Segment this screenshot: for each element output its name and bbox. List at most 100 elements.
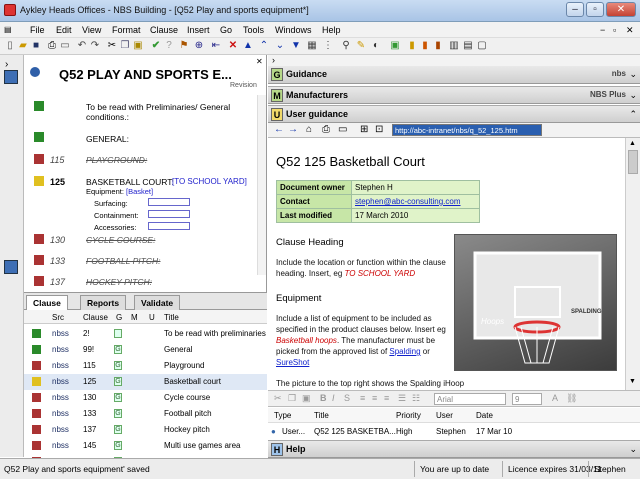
spalding-link[interactable]: Spalding [389, 347, 420, 356]
tab-validate[interactable]: Validate [134, 295, 181, 310]
document-scrollbar[interactable]: ▲ ▼ [625, 138, 640, 390]
chevron-down-icon[interactable]: ⌄ [629, 90, 637, 101]
subitem-value[interactable]: [Basket] [126, 187, 153, 196]
demote-icon[interactable]: ▼ [290, 40, 302, 52]
new-icon[interactable]: ▯ [4, 40, 16, 52]
subitem-field[interactable] [148, 198, 190, 206]
clause-location[interactable]: [TO SCHOOL YARD] [172, 177, 247, 186]
list-item[interactable]: nbss 133 G Football pitch [24, 406, 267, 422]
list-item[interactable]: nbss 2! To be read with preliminaries [24, 326, 267, 342]
clause-row[interactable]: 115 PLAYGROUND: [24, 153, 267, 167]
clause-row[interactable]: GENERAL: [24, 131, 267, 145]
task-row[interactable]: ● User... Q52 125 BASKETBA... High Steph… [268, 424, 640, 440]
menu-help[interactable]: Help [322, 25, 341, 35]
home-icon[interactable]: ⌂ [306, 124, 312, 135]
col-m[interactable]: M [131, 313, 138, 322]
expand-icon[interactable]: › [5, 59, 8, 70]
mdi-restore-icon[interactable]: ▫ [613, 25, 616, 35]
list-item[interactable]: nbss 125 G Basketball court [24, 374, 267, 390]
url-field[interactable]: http://abc-intranet/nbs/q_52_125.htm [392, 124, 542, 136]
align-center-icon[interactable]: ≡ [372, 393, 377, 403]
grid-icon[interactable]: ▦ [306, 40, 318, 52]
section-marker-icon[interactable] [4, 70, 18, 84]
search-icon[interactable]: ⚲ [340, 40, 352, 52]
bullets-icon[interactable]: ☰ [398, 393, 406, 404]
chevron-down-icon[interactable]: ⌄ [629, 444, 637, 455]
subitem-field[interactable] [148, 222, 190, 230]
indent-icon[interactable]: ⋮ [322, 40, 334, 52]
tab-reports[interactable]: Reports [80, 295, 127, 310]
mdi-minimize-icon[interactable]: − [600, 25, 605, 35]
minimize-button[interactable]: ‒ [566, 2, 584, 17]
clause-row[interactable]: 130 CYCLE COURSE: [24, 233, 267, 247]
cut-icon[interactable]: ✂ [106, 40, 118, 52]
clause-row[interactable]: To be read with Preliminaries/ General c… [24, 100, 267, 122]
italic-icon[interactable]: I [332, 393, 335, 403]
panel-icon[interactable]: ▤ [462, 40, 474, 52]
clause-row[interactable]: 133 FOOTBALL PITCH: [24, 254, 267, 268]
mdi-close-icon[interactable]: ✕ [626, 25, 634, 36]
numbering-icon[interactable]: ☷ [412, 393, 420, 404]
pin-icon[interactable]: ⊕ [193, 40, 205, 52]
pane-close-icon[interactable]: ✕ [256, 57, 263, 66]
menu-clause[interactable]: Clause [150, 25, 178, 35]
col-title[interactable]: Title [314, 411, 329, 420]
menu-file[interactable]: File [30, 25, 45, 35]
list-item[interactable]: nbss 130 G Cycle course [24, 390, 267, 406]
col-priority[interactable]: Priority [396, 411, 421, 420]
open-link-icon[interactable]: ⊡ [375, 124, 383, 135]
maximize-button[interactable]: ▫ [586, 2, 604, 17]
add-icon[interactable]: ⊞ [360, 124, 368, 135]
mark-complete-icon[interactable]: ✔ [150, 40, 162, 52]
tab-clause[interactable]: Clause [26, 295, 68, 310]
text-color-icon[interactable]: A [552, 393, 558, 403]
list-item[interactable]: nbss 145 G Multi use games area [24, 438, 267, 454]
delete-icon[interactable]: ✕ [227, 40, 239, 52]
menu-tools[interactable]: Tools [243, 25, 264, 35]
print-icon[interactable]: ⎙ [46, 40, 58, 52]
col-type[interactable]: Type [274, 411, 291, 420]
menu-insert[interactable]: Insert [187, 25, 210, 35]
menu-windows[interactable]: Windows [275, 25, 312, 35]
manufacturers-section[interactable]: M Manufacturers NBS Plus ⌄ [268, 86, 640, 104]
save-icon[interactable]: ■ [30, 40, 42, 52]
window-icon[interactable]: ▢ [476, 40, 488, 52]
collapse-icon[interactable]: › [272, 55, 275, 65]
help-mark-icon[interactable]: ? [163, 40, 175, 52]
forward-icon[interactable]: → [288, 124, 298, 135]
list-item[interactable]: nbss 115 G Playground [24, 358, 267, 374]
align-right-icon[interactable]: ≡ [384, 393, 389, 403]
cut-icon[interactable]: ✂ [274, 393, 282, 404]
move-first-icon[interactable]: ⇤ [210, 40, 222, 52]
col-date[interactable]: Date [476, 411, 493, 420]
guidance-section[interactable]: G Guidance nbs ⌄ [268, 66, 640, 84]
help-section[interactable]: H Help ⌄ [268, 440, 640, 458]
user-guidance-section[interactable]: U User guidance ⌃ [268, 105, 640, 123]
page-icon[interactable]: ▭ [338, 124, 347, 135]
down-icon[interactable]: ⌄ [274, 40, 286, 52]
scroll-thumb[interactable] [628, 150, 638, 174]
layout-icon[interactable]: ▥ [448, 40, 460, 52]
menu-edit[interactable]: Edit [56, 25, 72, 35]
highlight-icon[interactable]: ✎ [355, 40, 367, 52]
menu-go[interactable]: Go [220, 25, 232, 35]
chevron-down-icon[interactable]: ⌄ [629, 69, 637, 80]
preview-icon[interactable]: ▭ [59, 40, 71, 52]
open-icon[interactable]: ▰ [17, 40, 29, 52]
link-icon[interactable]: ⛓ [566, 393, 577, 404]
paste-icon[interactable]: ▣ [132, 40, 144, 52]
sureshot-link[interactable]: SureShot [276, 358, 309, 367]
back-icon[interactable]: ← [274, 124, 284, 135]
align-left-icon[interactable]: ≡ [360, 393, 365, 403]
promote-icon[interactable]: ▲ [242, 40, 254, 52]
copy-icon[interactable]: ❐ [119, 40, 131, 52]
col-g[interactable]: G [116, 313, 122, 322]
clause-scrollbar[interactable] [257, 95, 266, 275]
paste-icon[interactable]: ▣ [302, 393, 311, 404]
strikethrough-icon[interactable]: S [344, 393, 350, 403]
undo-icon[interactable]: ↶ [76, 40, 88, 52]
section-marker-icon-2[interactable] [4, 260, 18, 274]
menu-format[interactable]: Format [112, 25, 141, 35]
guidance-icon[interactable]: ▣ [389, 40, 401, 52]
col-src[interactable]: Src [52, 313, 64, 322]
